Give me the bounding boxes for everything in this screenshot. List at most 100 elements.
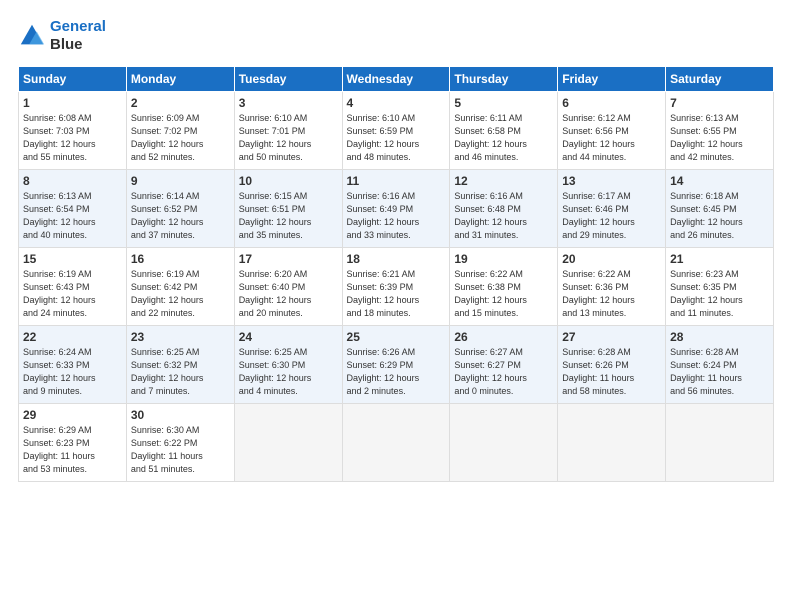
day-info: Sunrise: 6:29 AM Sunset: 6:23 PM Dayligh…	[23, 424, 122, 476]
day-number: 26	[454, 330, 553, 344]
day-number: 14	[670, 174, 769, 188]
day-info: Sunrise: 6:08 AM Sunset: 7:03 PM Dayligh…	[23, 112, 122, 164]
day-info: Sunrise: 6:30 AM Sunset: 6:22 PM Dayligh…	[131, 424, 230, 476]
day-number: 8	[23, 174, 122, 188]
calendar-cell: 10 Sunrise: 6:15 AM Sunset: 6:51 PM Dayl…	[234, 170, 342, 248]
calendar-cell: 9 Sunrise: 6:14 AM Sunset: 6:52 PM Dayli…	[126, 170, 234, 248]
day-number: 6	[562, 96, 661, 110]
day-info: Sunrise: 6:17 AM Sunset: 6:46 PM Dayligh…	[562, 190, 661, 242]
calendar-cell	[342, 404, 450, 482]
calendar-cell: 20 Sunrise: 6:22 AM Sunset: 6:36 PM Dayl…	[558, 248, 666, 326]
day-info: Sunrise: 6:16 AM Sunset: 6:49 PM Dayligh…	[347, 190, 446, 242]
day-info: Sunrise: 6:10 AM Sunset: 7:01 PM Dayligh…	[239, 112, 338, 164]
calendar-week-0: 1 Sunrise: 6:08 AM Sunset: 7:03 PM Dayli…	[19, 92, 774, 170]
day-number: 30	[131, 408, 230, 422]
calendar-cell: 25 Sunrise: 6:26 AM Sunset: 6:29 PM Dayl…	[342, 326, 450, 404]
day-info: Sunrise: 6:25 AM Sunset: 6:30 PM Dayligh…	[239, 346, 338, 398]
calendar-week-3: 22 Sunrise: 6:24 AM Sunset: 6:33 PM Dayl…	[19, 326, 774, 404]
logo-icon	[18, 22, 46, 50]
day-number: 13	[562, 174, 661, 188]
day-number: 29	[23, 408, 122, 422]
day-info: Sunrise: 6:22 AM Sunset: 6:38 PM Dayligh…	[454, 268, 553, 320]
calendar-cell: 22 Sunrise: 6:24 AM Sunset: 6:33 PM Dayl…	[19, 326, 127, 404]
day-number: 22	[23, 330, 122, 344]
weekday-header-monday: Monday	[126, 67, 234, 92]
calendar-cell: 6 Sunrise: 6:12 AM Sunset: 6:56 PM Dayli…	[558, 92, 666, 170]
calendar-cell: 2 Sunrise: 6:09 AM Sunset: 7:02 PM Dayli…	[126, 92, 234, 170]
calendar-cell: 30 Sunrise: 6:30 AM Sunset: 6:22 PM Dayl…	[126, 404, 234, 482]
day-info: Sunrise: 6:14 AM Sunset: 6:52 PM Dayligh…	[131, 190, 230, 242]
weekday-header-thursday: Thursday	[450, 67, 558, 92]
day-info: Sunrise: 6:27 AM Sunset: 6:27 PM Dayligh…	[454, 346, 553, 398]
day-info: Sunrise: 6:16 AM Sunset: 6:48 PM Dayligh…	[454, 190, 553, 242]
calendar-cell: 5 Sunrise: 6:11 AM Sunset: 6:58 PM Dayli…	[450, 92, 558, 170]
day-number: 27	[562, 330, 661, 344]
calendar-cell: 7 Sunrise: 6:13 AM Sunset: 6:55 PM Dayli…	[666, 92, 774, 170]
calendar-cell: 12 Sunrise: 6:16 AM Sunset: 6:48 PM Dayl…	[450, 170, 558, 248]
calendar-cell: 28 Sunrise: 6:28 AM Sunset: 6:24 PM Dayl…	[666, 326, 774, 404]
weekday-header-wednesday: Wednesday	[342, 67, 450, 92]
day-info: Sunrise: 6:18 AM Sunset: 6:45 PM Dayligh…	[670, 190, 769, 242]
day-number: 7	[670, 96, 769, 110]
page: General Blue SundayMondayTuesdayWednesda…	[0, 0, 792, 492]
day-info: Sunrise: 6:23 AM Sunset: 6:35 PM Dayligh…	[670, 268, 769, 320]
calendar-cell: 11 Sunrise: 6:16 AM Sunset: 6:49 PM Dayl…	[342, 170, 450, 248]
calendar-cell: 19 Sunrise: 6:22 AM Sunset: 6:38 PM Dayl…	[450, 248, 558, 326]
day-info: Sunrise: 6:28 AM Sunset: 6:24 PM Dayligh…	[670, 346, 769, 398]
weekday-header-friday: Friday	[558, 67, 666, 92]
weekday-header-tuesday: Tuesday	[234, 67, 342, 92]
calendar-cell: 23 Sunrise: 6:25 AM Sunset: 6:32 PM Dayl…	[126, 326, 234, 404]
day-info: Sunrise: 6:24 AM Sunset: 6:33 PM Dayligh…	[23, 346, 122, 398]
day-info: Sunrise: 6:20 AM Sunset: 6:40 PM Dayligh…	[239, 268, 338, 320]
calendar-cell: 14 Sunrise: 6:18 AM Sunset: 6:45 PM Dayl…	[666, 170, 774, 248]
calendar-cell: 18 Sunrise: 6:21 AM Sunset: 6:39 PM Dayl…	[342, 248, 450, 326]
day-info: Sunrise: 6:15 AM Sunset: 6:51 PM Dayligh…	[239, 190, 338, 242]
calendar-cell: 17 Sunrise: 6:20 AM Sunset: 6:40 PM Dayl…	[234, 248, 342, 326]
calendar-cell: 24 Sunrise: 6:25 AM Sunset: 6:30 PM Dayl…	[234, 326, 342, 404]
day-number: 21	[670, 252, 769, 266]
day-info: Sunrise: 6:26 AM Sunset: 6:29 PM Dayligh…	[347, 346, 446, 398]
calendar-cell: 16 Sunrise: 6:19 AM Sunset: 6:42 PM Dayl…	[126, 248, 234, 326]
day-number: 20	[562, 252, 661, 266]
calendar-cell: 29 Sunrise: 6:29 AM Sunset: 6:23 PM Dayl…	[19, 404, 127, 482]
weekday-header-row: SundayMondayTuesdayWednesdayThursdayFrid…	[19, 67, 774, 92]
calendar-cell: 3 Sunrise: 6:10 AM Sunset: 7:01 PM Dayli…	[234, 92, 342, 170]
day-number: 2	[131, 96, 230, 110]
calendar-cell	[234, 404, 342, 482]
logo-text: General Blue	[50, 18, 106, 54]
day-info: Sunrise: 6:19 AM Sunset: 6:43 PM Dayligh…	[23, 268, 122, 320]
calendar-cell: 27 Sunrise: 6:28 AM Sunset: 6:26 PM Dayl…	[558, 326, 666, 404]
day-number: 18	[347, 252, 446, 266]
day-info: Sunrise: 6:09 AM Sunset: 7:02 PM Dayligh…	[131, 112, 230, 164]
calendar-cell	[666, 404, 774, 482]
day-info: Sunrise: 6:12 AM Sunset: 6:56 PM Dayligh…	[562, 112, 661, 164]
calendar-table: SundayMondayTuesdayWednesdayThursdayFrid…	[18, 66, 774, 482]
day-number: 16	[131, 252, 230, 266]
day-info: Sunrise: 6:22 AM Sunset: 6:36 PM Dayligh…	[562, 268, 661, 320]
day-number: 25	[347, 330, 446, 344]
day-info: Sunrise: 6:10 AM Sunset: 6:59 PM Dayligh…	[347, 112, 446, 164]
day-number: 1	[23, 96, 122, 110]
day-number: 24	[239, 330, 338, 344]
day-number: 5	[454, 96, 553, 110]
calendar-cell	[558, 404, 666, 482]
day-number: 9	[131, 174, 230, 188]
calendar-cell: 1 Sunrise: 6:08 AM Sunset: 7:03 PM Dayli…	[19, 92, 127, 170]
calendar-cell: 4 Sunrise: 6:10 AM Sunset: 6:59 PM Dayli…	[342, 92, 450, 170]
day-info: Sunrise: 6:13 AM Sunset: 6:54 PM Dayligh…	[23, 190, 122, 242]
calendar-cell: 21 Sunrise: 6:23 AM Sunset: 6:35 PM Dayl…	[666, 248, 774, 326]
calendar-week-2: 15 Sunrise: 6:19 AM Sunset: 6:43 PM Dayl…	[19, 248, 774, 326]
calendar-cell: 26 Sunrise: 6:27 AM Sunset: 6:27 PM Dayl…	[450, 326, 558, 404]
weekday-header-saturday: Saturday	[666, 67, 774, 92]
day-info: Sunrise: 6:13 AM Sunset: 6:55 PM Dayligh…	[670, 112, 769, 164]
day-info: Sunrise: 6:28 AM Sunset: 6:26 PM Dayligh…	[562, 346, 661, 398]
weekday-header-sunday: Sunday	[19, 67, 127, 92]
header: General Blue	[18, 18, 774, 54]
logo: General Blue	[18, 18, 106, 54]
calendar-cell: 8 Sunrise: 6:13 AM Sunset: 6:54 PM Dayli…	[19, 170, 127, 248]
day-info: Sunrise: 6:11 AM Sunset: 6:58 PM Dayligh…	[454, 112, 553, 164]
day-info: Sunrise: 6:25 AM Sunset: 6:32 PM Dayligh…	[131, 346, 230, 398]
calendar-week-4: 29 Sunrise: 6:29 AM Sunset: 6:23 PM Dayl…	[19, 404, 774, 482]
day-number: 4	[347, 96, 446, 110]
day-info: Sunrise: 6:21 AM Sunset: 6:39 PM Dayligh…	[347, 268, 446, 320]
